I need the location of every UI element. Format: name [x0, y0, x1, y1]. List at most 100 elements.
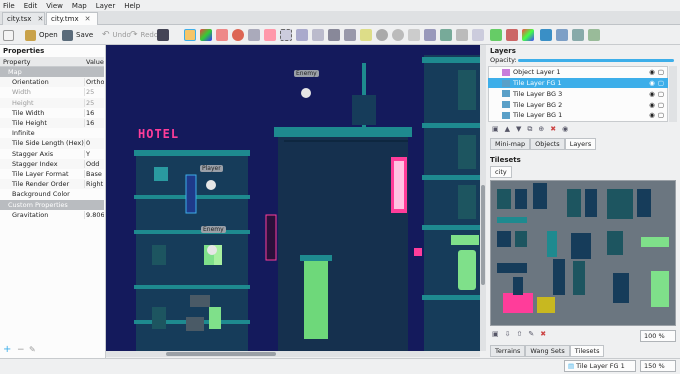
edit-polygons-icon[interactable]	[344, 29, 356, 41]
rename-property-icon[interactable]: ✎	[29, 345, 36, 354]
tab-mini-map[interactable]: Mini-map	[490, 138, 531, 150]
property-value[interactable]: 16	[84, 119, 104, 128]
lock-icon[interactable]: ▢	[658, 101, 664, 109]
stamp-brush-icon[interactable]	[184, 29, 196, 41]
menu-edit[interactable]: Edit	[24, 2, 38, 10]
layer-item[interactable]: Object Layer 1 ◉ ▢	[488, 67, 668, 78]
layer-item[interactable]: Tile Layer BG 3 ◉ ▢	[488, 89, 668, 100]
insert-text-icon[interactable]	[456, 29, 468, 41]
property-row[interactable]: Stagger Index Odd	[0, 158, 104, 169]
horizontal-scroll-thumb[interactable]	[166, 352, 276, 356]
edit-tileset-icon[interactable]: ✎	[528, 330, 534, 338]
property-row[interactable]: Tile Side Length (Hex) 0	[0, 138, 104, 149]
eye-icon[interactable]: ◉	[649, 111, 655, 119]
property-row[interactable]: Tile Layer Format Base	[0, 169, 104, 179]
player-marker-label[interactable]: Player	[200, 165, 223, 172]
menu-map[interactable]: Map	[72, 2, 87, 10]
property-value[interactable]: 25	[84, 98, 104, 107]
insert-rect-icon[interactable]	[360, 29, 372, 41]
property-row[interactable]: Infinite	[0, 128, 104, 138]
property-value[interactable]: Odd	[84, 159, 104, 168]
map-canvas[interactable]: HOTEL Enemy Player Enemy	[106, 45, 480, 352]
rect-select-icon[interactable]	[280, 29, 292, 41]
lock-icon[interactable]: ▢	[658, 111, 664, 119]
embed-icon[interactable]: ⇩	[505, 330, 511, 338]
insert-polyline-icon[interactable]	[424, 29, 436, 41]
layers-scrollbar[interactable]	[669, 66, 677, 122]
terrain-brush-icon[interactable]	[200, 29, 212, 41]
property-value[interactable]: Ortho	[84, 78, 104, 87]
property-group[interactable]: Custom Properties	[0, 199, 104, 210]
undo-button[interactable]: ↶ Undo	[102, 28, 131, 42]
property-row[interactable]: Gravitation 9.806	[0, 210, 104, 220]
tileset-tab-city[interactable]: city	[490, 166, 512, 178]
property-row[interactable]: Background Color	[0, 189, 104, 199]
property-row[interactable]: Stagger Axis Y	[0, 149, 104, 159]
insert-point-icon[interactable]	[376, 29, 388, 41]
select-objects-icon[interactable]	[328, 29, 340, 41]
enemy-marker-label[interactable]: Enemy	[201, 226, 226, 233]
property-row[interactable]: Width 25	[0, 87, 104, 97]
move-up-icon[interactable]: ▲	[505, 125, 510, 134]
property-value[interactable]: 0	[84, 139, 104, 148]
tab-terrains[interactable]: Terrains	[490, 345, 526, 357]
remove-property-icon[interactable]: −	[17, 345, 25, 355]
map-zoom-select[interactable]: 150 %	[640, 360, 676, 372]
menu-view[interactable]: View	[46, 2, 63, 10]
property-row[interactable]: Tile Height 16	[0, 118, 104, 129]
property-value[interactable]: 9.806	[84, 210, 104, 219]
tileset-zoom-select[interactable]: 100 %	[640, 330, 676, 342]
property-row[interactable]: Tile Width 16	[0, 108, 104, 118]
insert-tile-icon[interactable]	[440, 29, 452, 41]
property-value[interactable]: Y	[84, 149, 104, 158]
lock-icon[interactable]: ▢	[658, 90, 664, 98]
insert-polygon-icon[interactable]	[408, 29, 420, 41]
tileset-view[interactable]	[490, 180, 676, 326]
wang-brush-icon[interactable]	[216, 29, 228, 41]
layer-item[interactable]: Tile Layer FG 1 ◉ ▢	[488, 77, 668, 89]
lock-icon[interactable]: ▢	[658, 68, 664, 76]
close-icon[interactable]: ✕	[85, 15, 91, 23]
eye-icon[interactable]: ◉	[649, 101, 655, 109]
layer-item[interactable]: Tile Layer BG 2 ◉ ▢	[488, 99, 668, 110]
property-row[interactable]: Height 25	[0, 97, 104, 108]
flip-icon[interactable]	[522, 29, 534, 41]
move-down-icon[interactable]: ▼	[516, 125, 521, 134]
property-row[interactable]: Tile Render Order Right	[0, 179, 104, 190]
insert-ellipse-icon[interactable]	[392, 29, 404, 41]
opacity-slider[interactable]	[518, 59, 674, 62]
property-row[interactable]: Orientation Ortho	[0, 77, 104, 88]
redo-button[interactable]: ↷ Redo	[130, 28, 158, 42]
add-property-icon[interactable]: +	[3, 344, 11, 355]
triangle-icon[interactable]	[588, 29, 600, 41]
menu-file[interactable]: File	[3, 2, 15, 10]
tab-city-tmx[interactable]: city.tmx ✕	[46, 12, 98, 25]
eye-icon[interactable]: ◉	[649, 68, 655, 76]
menu-help[interactable]: Help	[124, 2, 140, 10]
property-value[interactable]: 16	[84, 108, 104, 117]
command-button[interactable]	[157, 29, 169, 41]
add-layer-icon[interactable]: ▣	[492, 125, 499, 134]
delete-layer-icon[interactable]: ✖	[550, 125, 556, 134]
tab-city-tsx[interactable]: city.tsx ✕	[2, 12, 45, 25]
horizontal-scrollbar[interactable]	[106, 351, 480, 357]
property-column-header[interactable]: Property	[3, 58, 31, 66]
random-mode-icon[interactable]	[472, 29, 484, 41]
property-value[interactable]: Base	[84, 170, 104, 179]
world-icon[interactable]	[540, 29, 552, 41]
select-same-tile-icon[interactable]	[312, 29, 324, 41]
property-group[interactable]: Map	[0, 67, 104, 78]
value-column-header[interactable]: Value	[86, 58, 104, 66]
magic-wand-icon[interactable]	[296, 29, 308, 41]
new-tileset-icon[interactable]: ▣	[492, 330, 499, 338]
rotate-left-icon[interactable]	[490, 29, 502, 41]
lock-icon[interactable]: ▢	[658, 79, 664, 87]
eraser-icon[interactable]	[264, 29, 276, 41]
shape-fill-icon[interactable]	[248, 29, 260, 41]
bucket-fill-icon[interactable]	[232, 29, 244, 41]
vertical-scroll-thumb[interactable]	[481, 185, 485, 285]
close-icon[interactable]: ✕	[37, 15, 43, 23]
property-value[interactable]: Right	[84, 180, 104, 189]
enemy-marker-label[interactable]: Enemy	[294, 70, 319, 77]
property-value[interactable]: 25	[84, 88, 104, 97]
